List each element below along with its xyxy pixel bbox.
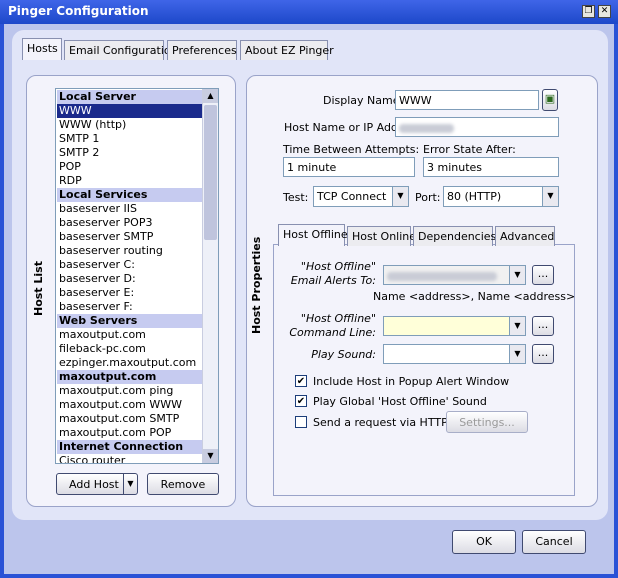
time-between-label: Time Between Attempts: bbox=[283, 143, 420, 156]
scrollbar[interactable]: ▲ ▼ bbox=[202, 89, 218, 463]
http-request-label: Send a request via HTTP bbox=[313, 416, 448, 429]
host-list-item[interactable]: maxoutput.com bbox=[57, 328, 203, 342]
tab-hosts[interactable]: Hosts bbox=[22, 38, 62, 60]
host-group-header[interactable]: Internet Connection bbox=[57, 440, 203, 454]
chevron-down-icon[interactable]: ▼ bbox=[123, 474, 137, 494]
scroll-down-icon[interactable]: ▼ bbox=[203, 449, 218, 463]
play-sound-select[interactable]: ▼ bbox=[383, 344, 526, 364]
error-state-input[interactable]: 3 minutes bbox=[423, 157, 559, 177]
command-line-label-1: "Host Offline" bbox=[300, 312, 376, 325]
global-sound-label: Play Global 'Host Offline' Sound bbox=[313, 395, 487, 408]
popup-alert-checkbox[interactable]: ✔ bbox=[295, 375, 307, 387]
error-state-label: Error State After: bbox=[423, 143, 516, 156]
host-list-item[interactable]: POP bbox=[57, 160, 203, 174]
host-list-item[interactable]: SMTP 1 bbox=[57, 132, 203, 146]
time-between-input[interactable]: 1 minute bbox=[283, 157, 415, 177]
host-list-item[interactable]: WWW (http) bbox=[57, 118, 203, 132]
host-list-item[interactable]: baseserver D: bbox=[57, 272, 203, 286]
host-list-item[interactable]: maxoutput.com POP bbox=[57, 426, 203, 440]
host-icon-button[interactable]: ▣ bbox=[542, 89, 558, 111]
chevron-down-icon[interactable]: ▼ bbox=[509, 345, 525, 363]
subtab-advanced[interactable]: Advanced bbox=[495, 226, 555, 246]
cancel-button[interactable]: Cancel bbox=[522, 530, 586, 554]
remove-button[interactable]: Remove bbox=[147, 473, 219, 495]
tab-about[interactable]: About EZ Pinger bbox=[240, 40, 334, 60]
hostname-input[interactable] bbox=[395, 117, 559, 137]
play-sound-label: Play Sound: bbox=[311, 348, 376, 361]
display-name-input[interactable]: WWW bbox=[395, 90, 539, 110]
test-label: Test: bbox=[283, 191, 309, 204]
host-list-item[interactable]: baseserver E: bbox=[57, 286, 203, 300]
host-list-item[interactable]: baseserver IIS bbox=[57, 202, 203, 216]
tab-email-configuration[interactable]: Email Configuration bbox=[64, 40, 178, 60]
computer-icon: ▣ bbox=[544, 92, 556, 105]
display-name-label: Display Name bbox=[323, 94, 400, 107]
redacted-value bbox=[387, 271, 497, 281]
test-select[interactable]: TCP Connect ▼ bbox=[313, 186, 409, 207]
host-group-header[interactable]: Local Services bbox=[57, 188, 203, 202]
host-group-header[interactable]: Local Server bbox=[57, 90, 203, 104]
check-icon: ✔ bbox=[296, 396, 306, 407]
host-list-item[interactable]: baseserver POP3 bbox=[57, 216, 203, 230]
host-group-header[interactable]: Web Servers bbox=[57, 314, 203, 328]
http-request-checkbox[interactable] bbox=[295, 416, 307, 428]
host-list-item[interactable]: baseserver F: bbox=[57, 300, 203, 314]
tab-preferences[interactable]: Preferences bbox=[167, 40, 237, 60]
port-select[interactable]: 80 (HTTP) ▼ bbox=[443, 186, 559, 207]
subtab-host-online[interactable]: Host Online bbox=[347, 226, 416, 246]
add-host-button[interactable]: Add Host ▼ bbox=[56, 473, 138, 495]
email-hint: Name <address>, Name <address> bbox=[373, 290, 576, 303]
chevron-down-icon[interactable]: ▼ bbox=[542, 187, 558, 206]
scroll-thumb[interactable] bbox=[204, 105, 217, 240]
host-list-item[interactable]: maxoutput.com SMTP bbox=[57, 412, 203, 426]
test-select-value: TCP Connect bbox=[317, 190, 387, 203]
email-alerts-label-1: "Host Offline" bbox=[300, 260, 376, 273]
port-select-value: 80 (HTTP) bbox=[447, 190, 502, 203]
host-list-item[interactable]: fileback-pc.com bbox=[57, 342, 203, 356]
host-list-item[interactable]: maxoutput.com ping bbox=[57, 384, 203, 398]
command-line-select[interactable]: ▼ bbox=[383, 316, 526, 336]
hostname-label: Host Name or IP Addr bbox=[284, 121, 403, 134]
subtab-dependencies[interactable]: Dependencies bbox=[413, 226, 496, 246]
chevron-down-icon[interactable]: ▼ bbox=[509, 266, 525, 284]
email-alerts-label-2: Email Alerts To: bbox=[290, 274, 376, 287]
host-properties-label: Host Properties bbox=[250, 236, 263, 334]
host-list-item[interactable]: ezpinger.maxoutput.com bbox=[57, 356, 203, 370]
host-group-header[interactable]: maxoutput.com bbox=[57, 370, 203, 384]
global-sound-checkbox[interactable]: ✔ bbox=[295, 395, 307, 407]
restore-button[interactable]: ❐ bbox=[582, 5, 595, 18]
check-icon: ✔ bbox=[296, 376, 306, 387]
email-alerts-select[interactable]: ▼ bbox=[383, 265, 526, 285]
host-list-item[interactable]: WWW bbox=[57, 104, 203, 118]
popup-alert-label: Include Host in Popup Alert Window bbox=[313, 375, 510, 388]
host-list-item[interactable]: maxoutput.com WWW bbox=[57, 398, 203, 412]
window-title: Pinger Configuration bbox=[8, 4, 149, 18]
host-list-item[interactable]: SMTP 2 bbox=[57, 146, 203, 160]
host-list-item[interactable]: baseserver SMTP bbox=[57, 230, 203, 244]
subtab-host-offline[interactable]: Host Offline bbox=[278, 224, 348, 246]
add-host-label: Add Host bbox=[69, 478, 119, 491]
settings-button: Settings... bbox=[446, 411, 528, 433]
host-list-label: Host List bbox=[32, 261, 45, 316]
redacted-value bbox=[399, 123, 454, 133]
command-line-browse-button[interactable]: ... bbox=[532, 316, 554, 336]
email-alerts-browse-button[interactable]: ... bbox=[532, 265, 554, 285]
host-list-item[interactable]: baseserver C: bbox=[57, 258, 203, 272]
chevron-down-icon[interactable]: ▼ bbox=[509, 317, 525, 335]
scroll-up-icon[interactable]: ▲ bbox=[203, 89, 218, 103]
close-button[interactable]: ✕ bbox=[598, 5, 611, 18]
host-list-item[interactable]: RDP bbox=[57, 174, 203, 188]
command-line-label-2: Command Line: bbox=[289, 326, 376, 339]
ok-button[interactable]: OK bbox=[452, 530, 516, 554]
host-list-item[interactable]: baseserver routing bbox=[57, 244, 203, 258]
host-list-item[interactable]: Cisco router bbox=[57, 454, 203, 463]
port-label: Port: bbox=[415, 191, 441, 204]
play-sound-browse-button[interactable]: ... bbox=[532, 344, 554, 364]
host-list[interactable]: Local Server WWW WWW (http) SMTP 1 SMTP 2 POP… bbox=[55, 88, 219, 464]
chevron-down-icon[interactable]: ▼ bbox=[392, 187, 408, 206]
